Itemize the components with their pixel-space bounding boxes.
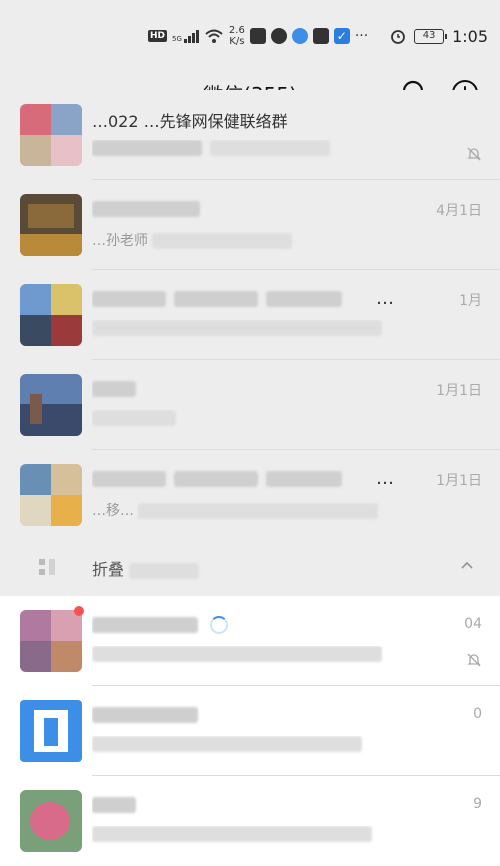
more-notifications-icon: ··· bbox=[354, 28, 369, 44]
alarm-icon bbox=[391, 30, 405, 44]
check-icon: ✓ bbox=[333, 28, 350, 44]
chat-row[interactable]: 1月1日 bbox=[0, 360, 500, 450]
chat-preview bbox=[92, 140, 392, 162]
chat-name bbox=[92, 198, 392, 222]
status-bar: HD 5G 2.6 K/s ✓ ··· 43 1:05 bbox=[0, 0, 500, 70]
chat-time: 1月 bbox=[459, 293, 482, 309]
chat-row[interactable]: 0 bbox=[0, 686, 500, 776]
network-speed: 2.6 K/s bbox=[228, 25, 245, 47]
app-notification-icon bbox=[312, 28, 329, 44]
clock: 1:05 bbox=[452, 26, 488, 46]
chat-name bbox=[92, 704, 392, 728]
chat-name bbox=[92, 794, 392, 818]
chevron-up-icon[interactable] bbox=[458, 556, 476, 574]
folded-label: 折叠 bbox=[92, 556, 207, 580]
app-notification-icon bbox=[249, 28, 266, 44]
avatar bbox=[20, 610, 82, 672]
chat-preview bbox=[92, 736, 392, 758]
chat-bubble-icon bbox=[270, 28, 287, 44]
chat-time: 04 bbox=[464, 616, 482, 632]
avatar bbox=[20, 790, 82, 852]
chat-time: 4月1日 bbox=[436, 203, 482, 219]
chat-row[interactable]: 9 bbox=[0, 776, 500, 866]
chat-row[interactable]: 04 bbox=[0, 596, 500, 686]
mute-bell-icon bbox=[467, 147, 481, 161]
chat-time: 0 bbox=[473, 706, 482, 722]
chat-name bbox=[92, 468, 392, 492]
chat-row[interactable]: … 1月 bbox=[0, 270, 500, 360]
unread-dot bbox=[74, 606, 84, 616]
signal-icon: 5G bbox=[172, 29, 199, 43]
mute-bell-icon bbox=[467, 653, 481, 667]
avatar bbox=[20, 374, 82, 436]
chat-preview bbox=[92, 320, 392, 342]
chat-time: 1月1日 bbox=[436, 383, 482, 399]
loading-spinner-icon bbox=[210, 615, 228, 634]
chat-name bbox=[92, 378, 392, 402]
chat-row[interactable]: …孙老师 4月1日 bbox=[0, 180, 500, 270]
hd-indicator: HD bbox=[148, 30, 168, 42]
battery-icon: 43 bbox=[414, 28, 448, 44]
chat-preview bbox=[92, 646, 392, 668]
avatar bbox=[20, 194, 82, 256]
chat-row[interactable]: …022 …先锋网保健联络群 bbox=[0, 90, 500, 180]
chat-preview: …移… bbox=[92, 500, 392, 522]
name-ellipsis: … bbox=[376, 468, 395, 489]
folder-icon bbox=[39, 559, 55, 575]
avatar bbox=[20, 284, 82, 346]
wifi-icon bbox=[205, 29, 223, 43]
folded-chats-row[interactable]: 折叠 bbox=[0, 540, 500, 596]
chat-name bbox=[92, 614, 392, 638]
avatar bbox=[20, 700, 82, 762]
chat-preview bbox=[92, 410, 392, 432]
name-ellipsis: … bbox=[376, 288, 395, 309]
chat-name bbox=[92, 288, 392, 312]
chat-name: …022 …先锋网保健联络群 bbox=[92, 112, 288, 131]
chat-time: 1月1日 bbox=[436, 473, 482, 489]
cloud-icon bbox=[291, 28, 308, 44]
chat-preview bbox=[92, 826, 392, 848]
chat-row[interactable]: … …移… 1月1日 bbox=[0, 450, 500, 540]
avatar bbox=[20, 104, 82, 166]
chat-time: 9 bbox=[473, 796, 482, 812]
chat-preview: …孙老师 bbox=[92, 230, 392, 252]
avatar bbox=[20, 464, 82, 526]
